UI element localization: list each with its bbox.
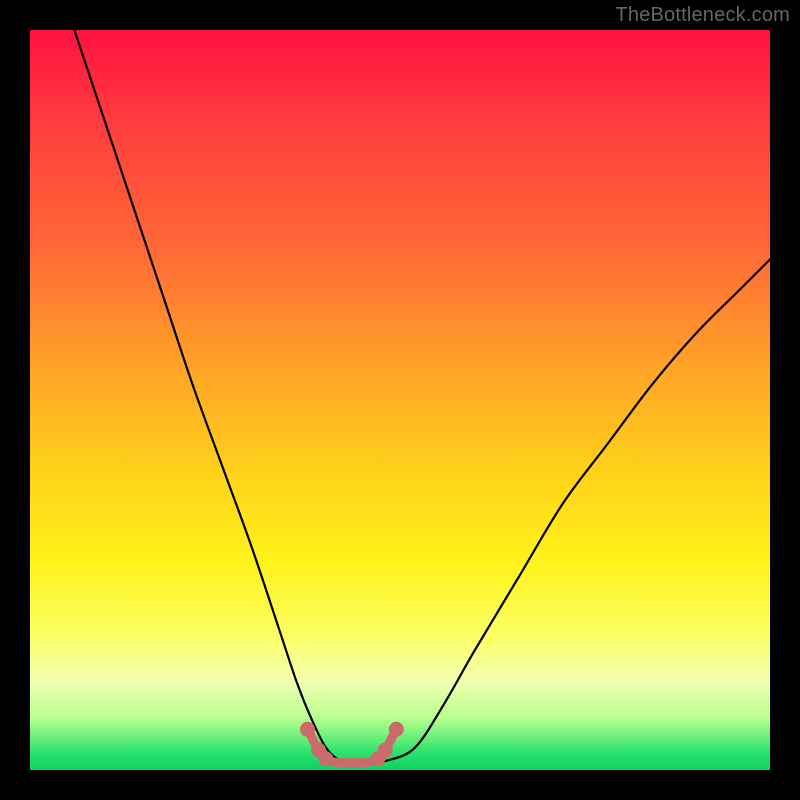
bottleneck-curve <box>74 30 770 763</box>
bottom-marker-dot <box>389 722 404 737</box>
watermark-text: TheBottleneck.com <box>615 4 790 27</box>
plot-area <box>30 30 770 770</box>
bottom-marker-dot <box>300 722 315 737</box>
bottom-marker-dot <box>319 751 334 766</box>
chart-frame: TheBottleneck.com <box>0 0 800 800</box>
bottom-marker-dot <box>378 743 393 758</box>
curve-layer <box>30 30 770 770</box>
